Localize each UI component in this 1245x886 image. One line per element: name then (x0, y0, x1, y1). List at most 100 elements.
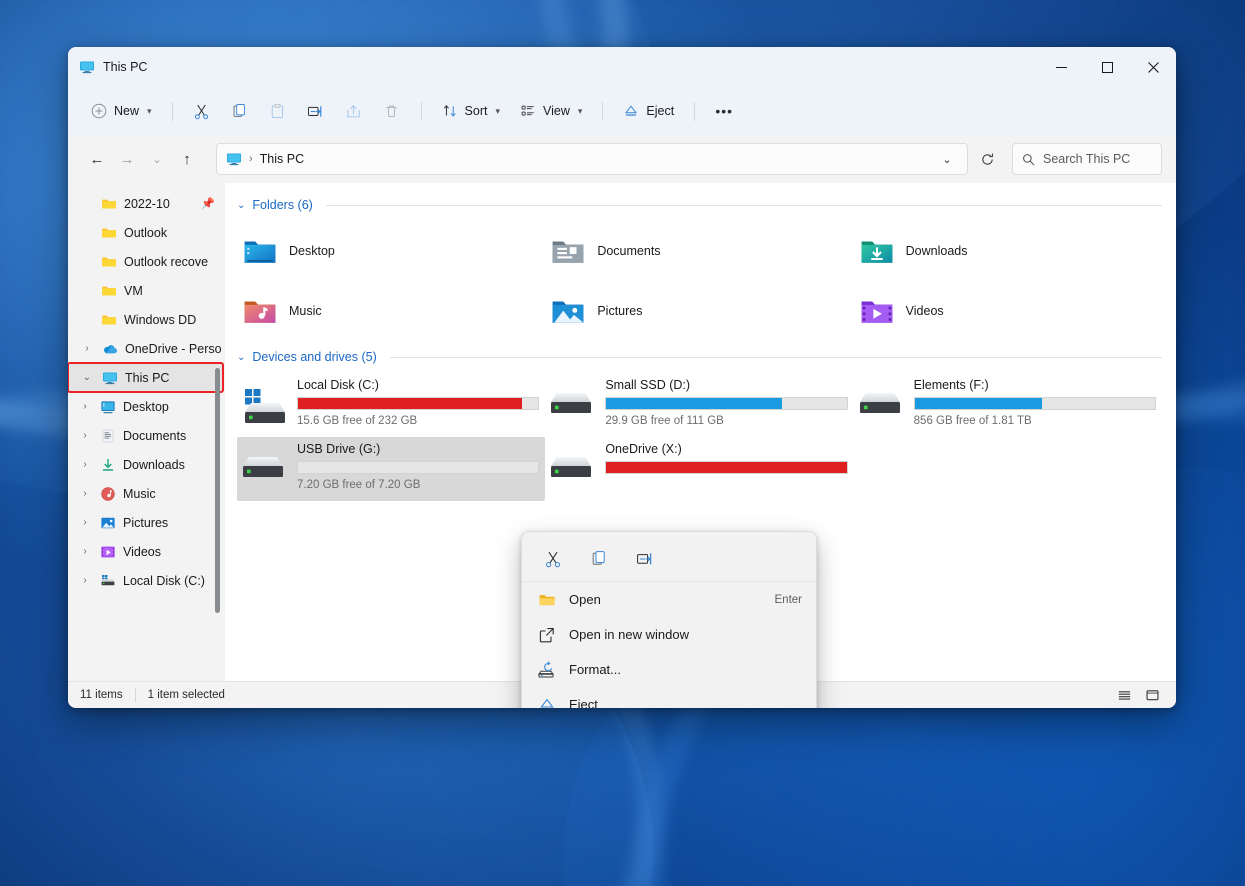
drive-item[interactable]: OneDrive (X:) (545, 437, 853, 501)
chevron-down-icon[interactable]: ⌄ (237, 352, 245, 363)
folder-item[interactable]: Videos (854, 281, 1162, 341)
eject-button[interactable]: Eject (614, 95, 683, 127)
share-button[interactable] (336, 95, 372, 127)
maximize-button[interactable] (1084, 47, 1130, 87)
forward-button[interactable]: → (112, 144, 142, 174)
details-view-icon[interactable] (1112, 685, 1136, 705)
expander-chevron-icon[interactable]: › (78, 575, 92, 586)
sidebar-item-videos[interactable]: › Videos (68, 537, 225, 566)
sidebar-item-music[interactable]: › Music (68, 479, 225, 508)
sidebar-item-outlook[interactable]: Outlook (68, 218, 225, 247)
close-button[interactable] (1130, 47, 1176, 87)
sidebar-scrollbar-thumb[interactable] (215, 368, 220, 613)
drive-item[interactable]: Local Disk (C:) 15.6 GB free of 232 GB (237, 373, 545, 437)
command-toolbar: New ▾ Sort ▾ View ▾ Eject ••• (68, 87, 1176, 135)
drive-usage-bar (297, 397, 540, 410)
sidebar-item-outlook-recove[interactable]: Outlook recove (68, 247, 225, 276)
drive-info: Small SSD (D:) 29.9 GB free of 111 GB (605, 377, 848, 427)
rename-icon (307, 103, 324, 120)
sidebar-item-desktop[interactable]: › Desktop (68, 392, 225, 421)
address-bar[interactable]: › This PC ⌄ (216, 143, 968, 175)
folder-item[interactable]: Pictures (545, 281, 853, 341)
expander-chevron-icon[interactable]: › (78, 459, 92, 470)
expander-chevron-icon[interactable]: › (78, 488, 92, 499)
sidebar-item-documents[interactable]: › Documents (68, 421, 225, 450)
drives-group-header[interactable]: ⌄ Devices and drives (5) (237, 345, 1162, 369)
context-menu-item-open[interactable]: Open Enter (522, 582, 816, 617)
rename-button[interactable] (298, 95, 334, 127)
folder-item[interactable]: Downloads (854, 221, 1162, 281)
expander-chevron-icon[interactable]: ⌄ (80, 372, 94, 383)
folders-group-header[interactable]: ⌄ Folders (6) (237, 193, 1162, 217)
documents-icon (99, 428, 116, 444)
sidebar-item-2022-10[interactable]: 2022-10 📌 (68, 189, 225, 218)
view-label: View (543, 104, 570, 118)
view-button[interactable]: View ▾ (511, 95, 591, 127)
sidebar-item-local-disk-c[interactable]: › Local Disk (C:) (68, 566, 225, 595)
sidebar-item-pictures[interactable]: › Pictures (68, 508, 225, 537)
context-menu-item-eject[interactable]: Eject (522, 687, 816, 708)
cut-button[interactable] (184, 95, 220, 127)
drive-item[interactable]: Elements (F:) 856 GB free of 1.81 TB (854, 373, 1162, 437)
context-menu-items: Open Enter Open in new window Format... Ejec… (522, 582, 816, 708)
recent-locations-button[interactable]: ⌄ (142, 144, 172, 174)
chevron-down-icon[interactable]: ⌄ (237, 200, 245, 211)
expander-chevron-icon[interactable]: › (78, 401, 92, 412)
window-title-group: This PC (79, 59, 147, 75)
folder-label: Desktop (289, 244, 335, 258)
sidebar-item-onedrive-perso[interactable]: › OneDrive - Perso (68, 334, 225, 363)
up-button[interactable]: ↑ (172, 144, 202, 174)
sidebar-item-vm[interactable]: VM (68, 276, 225, 305)
copy-button[interactable] (222, 95, 258, 127)
folder-item[interactable]: Desktop (237, 221, 545, 281)
minimize-button[interactable] (1038, 47, 1084, 87)
paste-button[interactable] (260, 95, 296, 127)
refresh-button[interactable] (972, 144, 1002, 174)
view-icon (520, 103, 536, 119)
drive-usage-bar (605, 397, 848, 410)
drive-item[interactable]: USB Drive (G:) 7.20 GB free of 7.20 GB (237, 437, 546, 501)
copy-icon[interactable] (584, 544, 614, 574)
context-menu-item-open-in-new-window[interactable]: Open in new window (522, 617, 816, 652)
expander-chevron-icon[interactable]: › (78, 517, 92, 528)
drive-usage-fill (606, 398, 782, 409)
search-box[interactable]: Search This PC (1012, 143, 1162, 175)
drive-usage-bar (297, 461, 540, 474)
rename-icon[interactable] (630, 544, 660, 574)
sidebar-item-label: Downloads (123, 457, 185, 472)
context-menu-toolbar (522, 536, 816, 582)
sidebar-item-label: This PC (125, 370, 170, 385)
sidebar-item-this-pc[interactable]: ⌄ This PC (68, 362, 224, 393)
drive-icon (551, 441, 595, 487)
search-input[interactable]: Search This PC (1043, 152, 1130, 166)
onedrive-icon (101, 341, 118, 357)
folder-label: Documents (597, 244, 661, 258)
folder-item[interactable]: Documents (545, 221, 853, 281)
expander-chevron-icon[interactable]: › (78, 546, 92, 557)
thumbnails-view-icon[interactable] (1140, 685, 1164, 705)
address-dropdown-button[interactable]: ⌄ (933, 146, 961, 172)
view-toggle-group (1112, 685, 1164, 705)
sidebar-item-windows-dd[interactable]: Windows DD (68, 305, 225, 334)
delete-button[interactable] (374, 95, 410, 127)
sidebar-scrollbar-track[interactable] (215, 183, 223, 681)
expander-chevron-icon[interactable]: › (78, 430, 92, 441)
back-button[interactable]: ← (82, 144, 112, 174)
folder-item[interactable]: Music (237, 281, 545, 341)
new-window-icon (538, 626, 556, 644)
group-divider (325, 204, 1162, 206)
new-button[interactable]: New ▾ (82, 95, 161, 127)
see-more-button[interactable]: ••• (706, 95, 742, 127)
pin-icon[interactable]: 📌 (201, 197, 215, 210)
sort-button[interactable]: Sort ▾ (433, 95, 509, 127)
breadcrumb-this-pc[interactable]: This PC (260, 152, 304, 166)
sidebar-item-downloads[interactable]: › Downloads (68, 450, 225, 479)
drive-item[interactable]: Small SSD (D:) 29.9 GB free of 111 GB (545, 373, 853, 437)
sidebar-item-label: Documents (123, 428, 187, 443)
cut-icon[interactable] (538, 544, 568, 574)
context-menu-item-format[interactable]: Format... (522, 652, 816, 687)
expander-chevron-icon[interactable]: › (80, 343, 94, 354)
navigation-pane: 2022-10 📌 Outlook Outlook recove VM Windows D… (68, 183, 225, 681)
share-icon (345, 103, 362, 120)
desktop-folder-icon (243, 234, 277, 268)
